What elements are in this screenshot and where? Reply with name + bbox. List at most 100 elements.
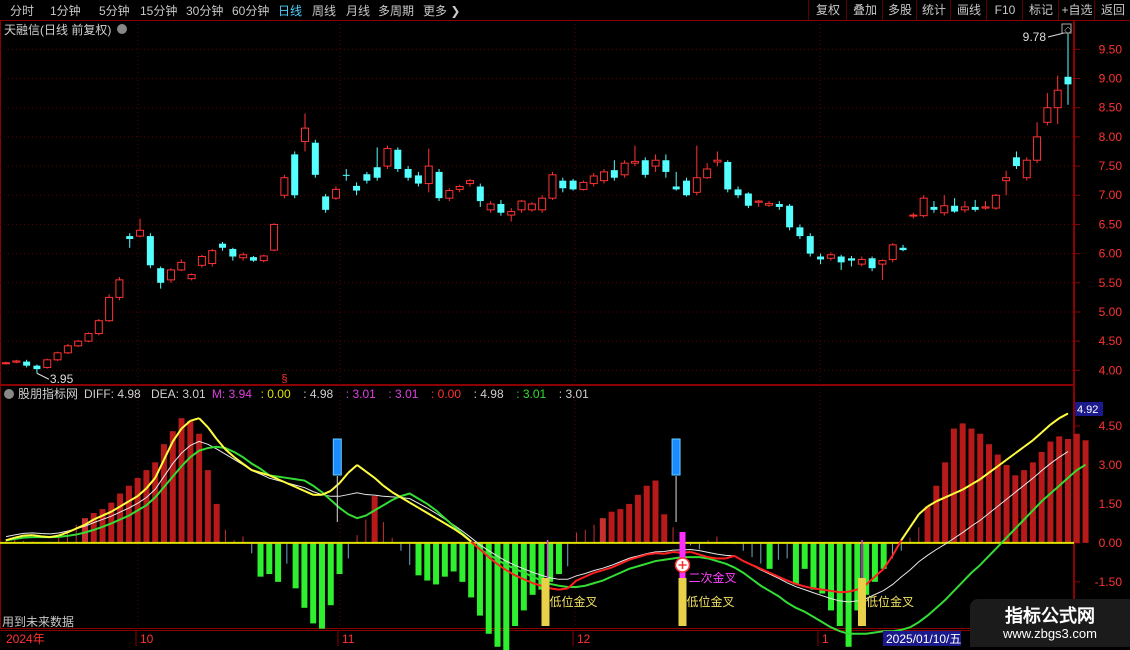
- hist-bar-58: [512, 542, 519, 626]
- candle-body-81: [837, 256, 845, 263]
- readout-9: : 3.01: [516, 387, 546, 401]
- candle-body-69: [713, 159, 722, 163]
- candle-body-6: [63, 345, 72, 354]
- hist-bar-24: [213, 503, 220, 543]
- diff-seg-80: [708, 556, 718, 560]
- indicator-menu-icon: [4, 389, 14, 399]
- candle-body-78: [806, 236, 814, 254]
- hist-bar-34: [301, 542, 308, 608]
- diff-seg-85: [751, 564, 762, 570]
- event-marker: §: [281, 373, 287, 385]
- candle-body-21: [219, 243, 227, 248]
- candle-body-86: [888, 244, 897, 260]
- candle-body-59: [610, 170, 618, 178]
- price-axis-label-5: 7.00: [1099, 188, 1123, 202]
- candle-body-48: [497, 204, 505, 213]
- candle-body-61: [630, 160, 639, 164]
- candle-body-24: [249, 257, 257, 261]
- diff-seg-52: [461, 533, 472, 543]
- price-axis-label-6: 6.50: [1099, 217, 1123, 231]
- candle-body-46: [476, 186, 484, 202]
- hist-bar-54: [476, 542, 483, 616]
- diff-seg-84: [742, 560, 753, 566]
- readout-0: DIFF: 4.98: [84, 387, 141, 401]
- candle-body-100: [1033, 136, 1042, 161]
- diff-seg-92: [813, 587, 823, 591]
- hist-bar-68: [599, 518, 606, 543]
- diff-seg-116: [1023, 439, 1034, 448]
- candle-body-74: [764, 202, 773, 206]
- diff-seg-90: [795, 582, 805, 588]
- hist-bar-108: [950, 428, 957, 543]
- hist-bar-116: [1021, 470, 1028, 543]
- candle-body-89: [919, 197, 928, 217]
- hist-bar-93: [819, 542, 826, 594]
- candle-body-68: [703, 168, 712, 179]
- candle-body-77: [796, 227, 804, 237]
- price-axis-label-8: 5.50: [1099, 276, 1123, 290]
- blue-marker-1: [671, 438, 681, 476]
- candle-body-65: [672, 186, 680, 190]
- price-axis-label-10: 4.50: [1099, 334, 1123, 348]
- diff-seg-47: [418, 506, 428, 514]
- candle-body-85: [878, 260, 887, 265]
- candle-body-38: [394, 149, 402, 169]
- high-label: 9.78: [1023, 30, 1047, 44]
- hist-bar-90: [792, 542, 799, 585]
- diff-seg-48: [426, 512, 437, 520]
- hist-bar-53: [468, 542, 475, 598]
- price-axis-label-4: 7.50: [1099, 159, 1123, 173]
- hist-bar-33: [292, 542, 299, 589]
- candle-body-29: [301, 127, 310, 143]
- hist-bar-105: [924, 506, 931, 543]
- candle-body-53: [548, 174, 557, 199]
- readout-8: : 4.98: [474, 387, 504, 401]
- candle-body-15: [157, 268, 165, 283]
- candle-body-25: [259, 255, 268, 262]
- candle-body-37: [383, 148, 392, 167]
- low-label: 3.95: [50, 372, 74, 386]
- candle-body-91: [940, 205, 949, 214]
- hist-bar-106: [933, 485, 940, 543]
- candle-body-70: [724, 161, 732, 190]
- candle-body-9: [94, 320, 103, 335]
- hist-bar-91: [801, 542, 808, 569]
- hist-bar-72: [634, 494, 641, 543]
- candle-body-57: [589, 175, 598, 185]
- candle-body-95: [981, 206, 990, 209]
- candle-body-101: [1043, 107, 1052, 123]
- candle-body-5: [53, 352, 62, 361]
- candle-body-13: [136, 229, 145, 237]
- price-axis-label-9: 5.00: [1099, 305, 1123, 319]
- candle-body-26: [270, 223, 279, 251]
- candle-body-99: [1022, 159, 1031, 179]
- footer-note: 用到未来数据: [2, 614, 74, 629]
- candle-body-1: [12, 360, 21, 363]
- diff-seg-4: [41, 535, 50, 539]
- candle-body-79: [817, 256, 825, 260]
- candle-body-27: [280, 177, 289, 196]
- candle-body-23: [239, 254, 248, 259]
- readout-4: : 4.98: [303, 387, 333, 401]
- hist-bar-59: [520, 542, 527, 611]
- candle-body-71: [734, 189, 742, 196]
- watermark-title: 指标公式网: [1005, 606, 1095, 626]
- hist-bar-50: [441, 542, 448, 577]
- candle-body-16: [166, 269, 175, 281]
- hist-bar-42: [371, 496, 378, 543]
- low-cross-label-2: 低位金叉: [866, 594, 914, 609]
- readout-10: : 3.01: [559, 387, 589, 401]
- diff-seg-63: [558, 587, 568, 591]
- candle-body-35: [363, 174, 371, 181]
- candle-body-41: [424, 165, 433, 185]
- ind-axis-label-4: -1.50: [1095, 575, 1123, 589]
- second-cross-label: 二次金叉: [688, 570, 736, 585]
- hist-bar-52: [459, 542, 466, 582]
- readout-1: DEA: 3.01: [151, 387, 206, 401]
- candle-body-93: [960, 206, 969, 211]
- diff-seg-49: [435, 517, 446, 525]
- current-value: 4.92: [1077, 404, 1098, 416]
- candle-body-58: [600, 171, 609, 182]
- hist-bar-31: [275, 542, 282, 582]
- diff-seg-72: [637, 553, 647, 559]
